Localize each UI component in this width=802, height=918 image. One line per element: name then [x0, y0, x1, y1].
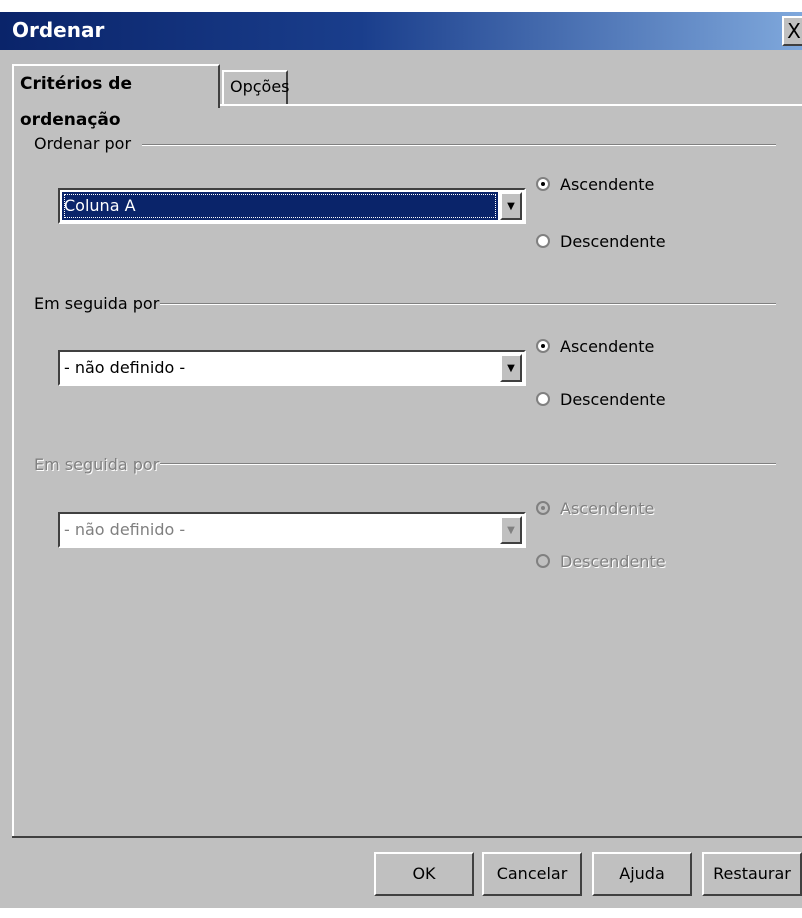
sort-key-3-ascending-radio: Ascendente	[536, 497, 654, 521]
sort-key-1-ascending-radio[interactable]: Ascendente	[536, 173, 654, 197]
close-icon: X	[787, 19, 801, 43]
sort-key-2-descending-radio[interactable]: Descendente	[536, 388, 666, 412]
screen-edge-top	[0, 0, 802, 12]
chevron-down-icon[interactable]: ▼	[500, 354, 522, 382]
radio-checked-icon	[536, 500, 550, 515]
sort-key-2-descending-label: Descendente	[560, 390, 666, 409]
radio-unchecked-icon	[536, 391, 550, 406]
ok-button[interactable]: OK	[374, 852, 474, 896]
chevron-down-icon[interactable]: ▼	[500, 192, 522, 220]
sort-key-3-value: - não definido -	[64, 520, 186, 539]
group-sort-by-line	[142, 144, 776, 146]
group-then-by-line	[160, 303, 776, 305]
close-button[interactable]: X	[782, 16, 802, 46]
group-then-by-disabled-line	[160, 463, 776, 465]
sort-key-2-ascending-label: Ascendente	[560, 337, 655, 356]
chevron-down-icon: ▼	[500, 516, 522, 544]
window-title: Ordenar	[12, 18, 105, 42]
tab-options[interactable]: Opções	[222, 70, 290, 104]
button-area-divider	[12, 836, 802, 838]
sort-key-2-combo[interactable]: - não definido - ▼	[58, 350, 526, 386]
sort-key-2-ascending-radio[interactable]: Ascendente	[536, 335, 654, 359]
sort-key-3-ascending-label: Ascendente	[560, 499, 655, 518]
help-button[interactable]: Ajuda	[592, 852, 692, 896]
cancel-button[interactable]: Cancelar	[482, 852, 582, 896]
sort-key-3-combo: - não definido - ▼	[58, 512, 526, 548]
sort-key-1-descending-radio[interactable]: Descendente	[536, 230, 666, 254]
screen-edge-bottom	[0, 908, 802, 918]
sort-key-1-ascending-label: Ascendente	[560, 175, 655, 194]
sort-key-3-descending-radio: Descendente	[536, 550, 666, 574]
sort-key-1-descending-label: Descendente	[560, 232, 666, 251]
radio-unchecked-icon	[536, 233, 550, 248]
reset-button[interactable]: Restaurar	[702, 852, 802, 896]
title-bar: Ordenar X	[0, 12, 802, 50]
radio-checked-icon	[536, 176, 550, 191]
tab-sort-criteria[interactable]: Critérios de ordenação	[12, 64, 220, 130]
sort-key-1-value: Coluna A	[62, 192, 498, 220]
group-then-by-disabled-label: Em seguida por	[34, 455, 166, 474]
sort-key-2-value: - não definido -	[64, 358, 186, 377]
group-then-by-label: Em seguida por	[34, 294, 166, 313]
radio-checked-icon	[536, 338, 550, 353]
sort-key-3-descending-label: Descendente	[560, 552, 666, 571]
radio-unchecked-icon	[536, 553, 550, 568]
sort-key-1-combo[interactable]: Coluna A ▼	[58, 188, 526, 224]
